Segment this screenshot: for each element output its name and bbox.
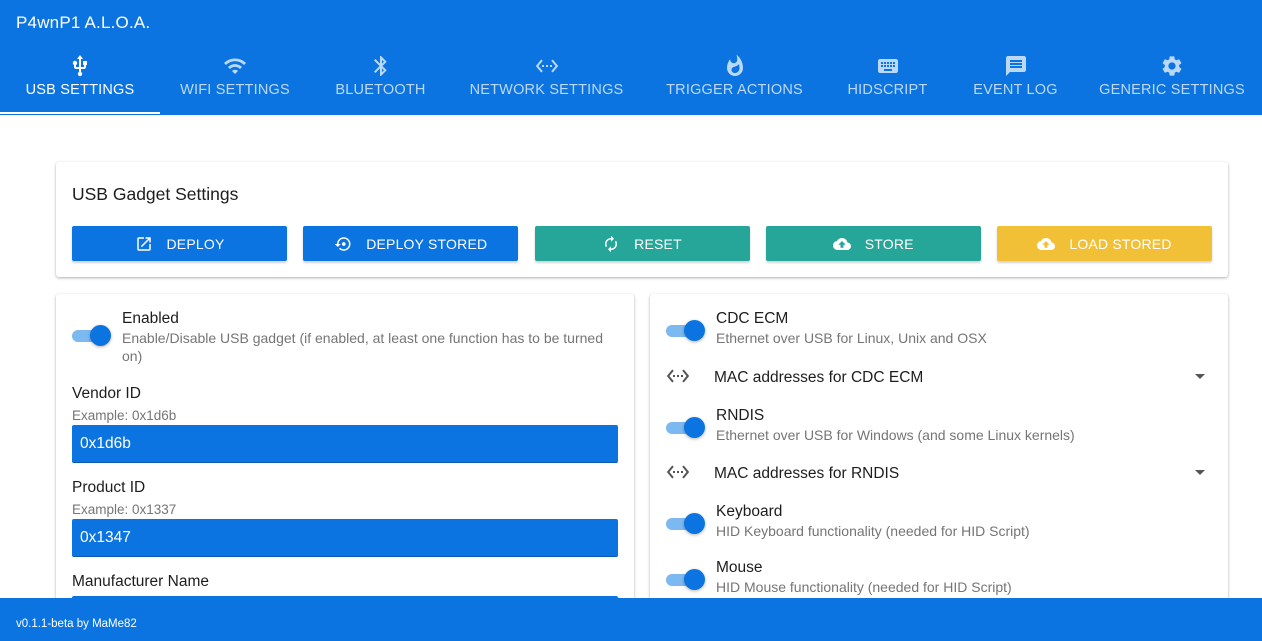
- settings-icon: [1160, 50, 1184, 82]
- enabled-description: Enable/Disable USB gadget (if enabled, a…: [122, 330, 603, 364]
- vendor-id-label: Vendor ID: [72, 385, 141, 402]
- mac-cdc-ecm-label: MAC addresses for CDC ECM: [714, 369, 924, 386]
- arrow-drop-down-icon: [1188, 460, 1212, 489]
- gadget-ids-card: Enabled Enable/Disable USB gadget (if en…: [56, 294, 634, 598]
- tab-event-log[interactable]: EVENT LOG: [948, 50, 1083, 115]
- rndis-setting: RNDIS Ethernet over USB for Windows (and…: [666, 406, 1075, 444]
- settings-ethernet-icon: [666, 364, 690, 393]
- tab-label: NETWORK SETTINGS: [469, 82, 624, 98]
- tab-label: HIDSCRIPT: [847, 82, 928, 98]
- tab-wifi-settings[interactable]: WIFI SETTINGS: [160, 50, 310, 115]
- settings-ethernet-icon: [666, 460, 690, 489]
- manufacturer-name-label: Manufacturer Name: [72, 573, 209, 590]
- tab-label: TRIGGER ACTIONS: [666, 82, 803, 98]
- mac-rndis-label: MAC addresses for RNDIS: [714, 465, 900, 482]
- product-id-hint: Example: 0x1337: [72, 502, 177, 517]
- tab-bluetooth[interactable]: BLUETOOTH: [310, 50, 451, 115]
- deploy-stored-button[interactable]: DEPLOY STORED: [303, 226, 519, 261]
- load-stored-label: LOAD STORED: [1069, 235, 1172, 252]
- tab-bar: USB SETTINGS WIFI SETTINGS BLUETOOTH NET…: [0, 50, 1262, 115]
- reset-label: RESET: [634, 235, 682, 252]
- app-footer: v0.1.1-beta by MaMe82: [0, 598, 1262, 641]
- app-title: P4wnP1 A.L.O.A.: [16, 13, 151, 32]
- reset-button[interactable]: RESET: [534, 226, 750, 261]
- tab-network-settings[interactable]: NETWORK SETTINGS: [451, 50, 642, 115]
- cdc-ecm-setting: CDC ECM Ethernet over USB for Linux, Uni…: [666, 309, 987, 347]
- store-label: STORE: [864, 235, 914, 252]
- action-buttons: DEPLOY DEPLOY STORED RESET STORE LOAD ST…: [72, 226, 1212, 261]
- rndis-toggle[interactable]: [666, 415, 706, 439]
- settings-ethernet-icon: [535, 50, 559, 82]
- whatshot-icon: [723, 50, 747, 82]
- tab-generic-settings[interactable]: GENERIC SETTINGS: [1083, 50, 1261, 115]
- tab-label: EVENT LOG: [973, 82, 1058, 98]
- mouse-description: HID Mouse functionality (needed for HID …: [716, 579, 1012, 595]
- mouse-setting: Mouse HID Mouse functionality (needed fo…: [666, 558, 1012, 596]
- tab-label: USB SETTINGS: [25, 82, 135, 98]
- cdc-ecm-label: CDC ECM: [716, 310, 789, 327]
- keyboard-setting: Keyboard HID Keyboard functionality (nee…: [666, 502, 1030, 540]
- mouse-label: Mouse: [716, 559, 763, 576]
- rndis-description: Ethernet over USB for Windows (and some …: [716, 427, 1075, 443]
- mac-rndis-expander[interactable]: MAC addresses for RNDIS: [666, 462, 1212, 486]
- keyboard-label: Keyboard: [716, 503, 783, 520]
- active-tab-indicator: [0, 112, 160, 114]
- enabled-setting: Enabled Enable/Disable USB gadget (if en…: [72, 309, 618, 365]
- enabled-toggle[interactable]: [72, 323, 112, 347]
- vendor-id-hint: Example: 0x1d6b: [72, 408, 177, 423]
- tab-label: BLUETOOTH: [335, 82, 426, 98]
- load-stored-button[interactable]: LOAD STORED: [997, 226, 1212, 261]
- keyboard-description: HID Keyboard functionality (needed for H…: [716, 523, 1030, 539]
- card-title: USB Gadget Settings: [72, 184, 239, 204]
- arrow-drop-down-icon: [1188, 364, 1212, 393]
- tab-hidscript[interactable]: HIDSCRIPT: [827, 50, 948, 115]
- store-button[interactable]: STORE: [765, 226, 981, 261]
- deploy-stored-label: DEPLOY STORED: [366, 235, 488, 252]
- product-id-label: Product ID: [72, 479, 146, 496]
- usb-icon: [68, 50, 92, 82]
- cloud-upload-icon: [1037, 237, 1056, 250]
- enabled-label: Enabled: [122, 310, 179, 327]
- main-content[interactable]: USB Gadget Settings DEPLOY DEPLOY STORED…: [0, 115, 1262, 598]
- tab-trigger-actions[interactable]: TRIGGER ACTIONS: [642, 50, 827, 115]
- cdc-ecm-toggle[interactable]: [666, 318, 706, 342]
- mac-cdc-ecm-expander[interactable]: MAC addresses for CDC ECM: [666, 366, 1212, 390]
- version-text: v0.1.1-beta by MaMe82: [16, 618, 137, 630]
- deploy-label: DEPLOY: [166, 235, 225, 252]
- product-id-input[interactable]: 0x1347: [72, 519, 618, 557]
- autorenew-icon: [605, 235, 618, 252]
- bluetooth-icon: [369, 50, 393, 82]
- tab-usb-settings[interactable]: USB SETTINGS: [0, 50, 160, 115]
- cloud-upload-icon: [832, 237, 851, 250]
- tab-label: GENERIC SETTINGS: [1099, 82, 1245, 98]
- message-icon: [1004, 50, 1028, 82]
- rndis-label: RNDIS: [716, 407, 765, 424]
- gadget-functions-card: CDC ECM Ethernet over USB for Linux, Uni…: [650, 294, 1228, 598]
- keyboard-icon: [876, 50, 900, 82]
- restore-icon: [334, 236, 351, 251]
- deploy-button[interactable]: DEPLOY: [72, 226, 287, 261]
- keyboard-toggle[interactable]: [666, 511, 706, 535]
- mouse-toggle[interactable]: [666, 567, 706, 591]
- cdc-ecm-description: Ethernet over USB for Linux, Unix and OS…: [716, 330, 987, 346]
- vendor-id-input[interactable]: 0x1d6b: [72, 425, 618, 463]
- usb-gadget-settings-card: USB Gadget Settings DEPLOY DEPLOY STORED…: [56, 162, 1228, 277]
- tab-label: WIFI SETTINGS: [180, 82, 290, 98]
- wifi-icon: [223, 50, 247, 82]
- app-header: P4wnP1 A.L.O.A. USB SETTINGS WIFI SETTIN…: [0, 0, 1262, 115]
- open-in-new-icon: [136, 236, 151, 251]
